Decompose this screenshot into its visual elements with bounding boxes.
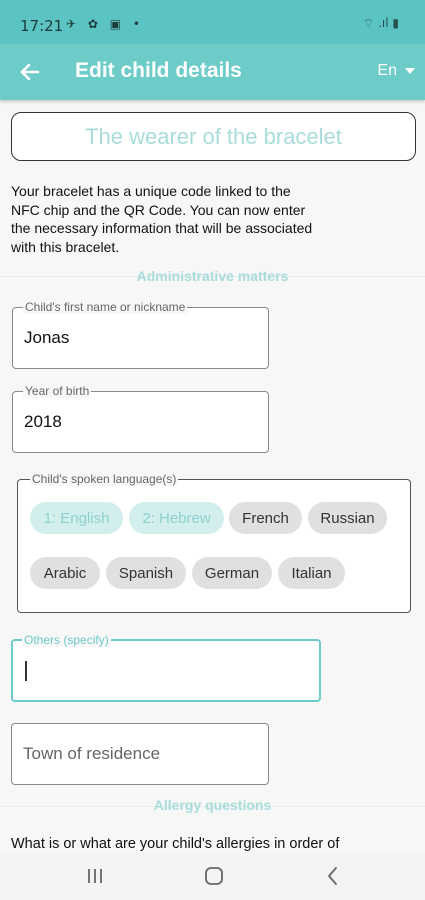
home-icon	[205, 867, 223, 885]
language-chip-english[interactable]: 1: English	[30, 502, 123, 534]
section-label-allergy: Allergy questions	[153, 797, 272, 813]
arrow-left-icon	[20, 63, 40, 81]
language-chip-hebrew[interactable]: 2: Hebrew	[129, 502, 224, 534]
allergy-question: What is or what are your child's allergi…	[11, 836, 340, 852]
section-title: The wearer of the bracelet	[85, 123, 342, 149]
nav-back-button[interactable]	[320, 863, 346, 889]
language-chip-arabic[interactable]: Arabic	[30, 557, 100, 589]
year-of-birth-field[interactable]: Year of birth 2018	[12, 384, 269, 453]
language-chip-german[interactable]: German	[192, 557, 272, 589]
text-cursor	[25, 661, 27, 681]
recent-apps-icon	[88, 869, 102, 883]
nav-back-icon	[328, 867, 337, 885]
spoken-languages-group: Child's spoken language(s) 1: English 2:…	[17, 472, 411, 613]
system-navigation-bar	[0, 851, 425, 900]
section-title-box: The wearer of the bracelet	[11, 112, 416, 161]
page-title: Edit child details	[75, 59, 242, 82]
back-button[interactable]	[14, 56, 46, 88]
town-placeholder: Town of residence	[23, 744, 161, 763]
notification-icons: ✈ ✿ ▣ •	[66, 17, 144, 31]
status-time: 17:21	[20, 17, 64, 35]
language-chip-french[interactable]: French	[229, 502, 302, 534]
app-bar: Edit child details En	[0, 44, 425, 100]
language-chip-spanish[interactable]: Spanish	[106, 557, 186, 589]
home-button[interactable]	[201, 863, 227, 889]
language-chip-italian[interactable]: Italian	[278, 557, 345, 589]
year-of-birth-value: 2018	[24, 412, 62, 431]
spoken-languages-label: Child's spoken language(s)	[30, 472, 179, 486]
section-label-administrative: Administrative matters	[136, 268, 289, 284]
others-label: Others (specify)	[22, 633, 111, 647]
language-value: En	[377, 62, 397, 79]
first-name-label: Child's first name or nickname	[23, 300, 188, 314]
year-of-birth-label: Year of birth	[23, 384, 92, 398]
system-icons: ⌔ .ıl ▮	[363, 16, 399, 30]
caret-down-icon	[405, 68, 415, 74]
language-select[interactable]: En	[377, 62, 415, 80]
language-chip-russian[interactable]: Russian	[308, 502, 387, 534]
intro-text: Your bracelet has a unique code linked t…	[11, 183, 313, 255]
status-bar: 17:21 ✈ ✿ ▣ • ⌔ .ıl ▮	[0, 0, 425, 44]
first-name-value: Jonas	[24, 328, 70, 347]
town-of-residence-field[interactable]: Town of residence	[11, 723, 269, 785]
recent-apps-button[interactable]	[82, 863, 108, 889]
others-language-field[interactable]: Others (specify)	[11, 633, 321, 702]
first-name-field[interactable]: Child's first name or nickname Jonas	[12, 300, 269, 369]
